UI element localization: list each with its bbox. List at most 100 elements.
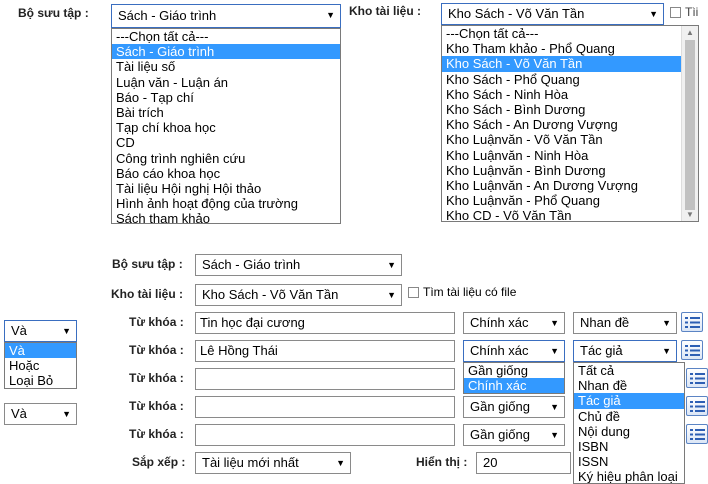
form-store-value: Kho Sách - Võ Văn Tần: [202, 287, 339, 302]
logic-option[interactable]: Và: [5, 343, 76, 359]
store-option[interactable]: Kho Luậnvăn - Phổ Quang: [442, 193, 682, 208]
match-select[interactable]: Gần giống ▼: [463, 424, 565, 446]
field-select-value: Nhan đề: [580, 315, 630, 330]
chevron-down-icon: ▼: [550, 318, 559, 328]
collection-option[interactable]: Sách tham khảo: [112, 211, 340, 223]
match-option[interactable]: Chính xác: [464, 378, 564, 393]
show-label: Hiển thị :: [416, 455, 468, 469]
list-icon: [690, 373, 705, 384]
field-dropdown-list[interactable]: Tất cả Nhan đề Tác giả Chủ đề Nội dung ISBN IS…: [573, 362, 685, 484]
collection-option[interactable]: Công trình nghiên cứu: [112, 151, 340, 166]
scroll-up-icon: ▲: [686, 28, 694, 37]
keyword-input[interactable]: Tin học đại cương: [195, 312, 455, 334]
collection-option[interactable]: Tài liệu Hội nghị Hội thảo: [112, 181, 340, 196]
list-icon: [685, 345, 700, 356]
match-select-value: Gần giống: [470, 399, 530, 414]
logic-select[interactable]: Và ▼: [4, 320, 77, 342]
keyword-input-value: Lê Hồng Thái: [200, 343, 278, 358]
logic-option[interactable]: Hoặc: [5, 358, 76, 373]
field-option[interactable]: Nội dung: [574, 424, 684, 439]
list-picker-button[interactable]: [686, 424, 708, 444]
match-select-value: Gần giống: [470, 427, 530, 442]
keyword-label: Từ khóa :: [129, 343, 184, 357]
list-icon: [685, 317, 700, 328]
form-store-select[interactable]: Kho Sách - Võ Văn Tần ▼: [195, 284, 402, 306]
field-select[interactable]: Tác giả ▼: [573, 340, 677, 362]
store-scrollbar[interactable]: ▲ ▼: [681, 26, 698, 221]
form-collection-select[interactable]: Sách - Giáo trình ▼: [195, 254, 402, 276]
logic-option[interactable]: Loại Bỏ: [5, 373, 76, 388]
field-option[interactable]: ISBN: [574, 439, 684, 454]
sort-select[interactable]: Tài liệu mới nhất ▼: [195, 452, 351, 474]
store-option[interactable]: Kho Luậnvăn - An Dương Vượng: [442, 178, 682, 193]
store-option[interactable]: Kho Sách - Ninh Hòa: [442, 87, 682, 102]
chevron-down-icon: ▼: [550, 402, 559, 412]
list-picker-button[interactable]: [681, 340, 703, 360]
match-dropdown-list[interactable]: Gần giống Chính xác: [463, 362, 565, 394]
list-picker-button[interactable]: [686, 396, 708, 416]
store-option[interactable]: ---Chọn tất cả---: [442, 26, 682, 41]
keyword-input[interactable]: [195, 396, 455, 418]
chevron-down-icon: ▼: [550, 346, 559, 356]
field-option[interactable]: ISSN: [574, 454, 684, 469]
keyword-input[interactable]: [195, 424, 455, 446]
store-option[interactable]: Kho Tham khảo - Phổ Quang: [442, 41, 682, 56]
collection-select[interactable]: Sách - Giáo trình ▼: [111, 4, 341, 28]
collection-option[interactable]: CD: [112, 135, 340, 150]
field-select[interactable]: Nhan đề ▼: [573, 312, 677, 334]
chevron-down-icon: ▼: [662, 318, 671, 328]
store-dropdown-list[interactable]: ---Chọn tất cả--- Kho Tham khảo - Phổ Qua…: [441, 25, 699, 222]
file-checkbox[interactable]: [408, 287, 419, 298]
store-option[interactable]: Kho Sách - Phổ Quang: [442, 72, 682, 87]
store-option[interactable]: Kho Sách - Võ Văn Tần: [442, 56, 682, 72]
list-picker-button[interactable]: [681, 312, 703, 332]
match-select[interactable]: Chính xác ▼: [463, 340, 565, 362]
keyword-label: Từ khóa :: [129, 371, 184, 385]
list-picker-button[interactable]: [686, 368, 708, 388]
show-select[interactable]: 20: [476, 452, 571, 474]
store-option[interactable]: Kho CD - Võ Văn Tần: [442, 208, 682, 221]
logic-dropdown-list[interactable]: Và Hoặc Loại Bỏ: [4, 342, 77, 389]
show-select-value: 20: [483, 455, 498, 470]
scroll-thumb[interactable]: [685, 40, 695, 210]
keyword-input[interactable]: [195, 368, 455, 390]
store-option[interactable]: Kho Sách - An Dương Vượng: [442, 117, 682, 132]
store-label: Kho tài liệu :: [349, 4, 421, 18]
collection-select-value: Sách - Giáo trình: [118, 8, 217, 23]
collection-option[interactable]: Sách - Giáo trình: [112, 44, 340, 60]
logic-select-value: Và: [11, 406, 27, 421]
collection-option[interactable]: Báo cáo khoa học: [112, 166, 340, 181]
match-select[interactable]: Gần giống ▼: [463, 396, 565, 418]
field-option[interactable]: Ký hiệu phân loại: [574, 469, 684, 483]
collection-option[interactable]: Tạp chí khoa học: [112, 120, 340, 135]
store-option[interactable]: Kho Luậnvăn - Võ Văn Tần: [442, 132, 682, 147]
chevron-down-icon: ▼: [387, 290, 396, 300]
collection-dropdown-list[interactable]: ---Chọn tất cả--- Sách - Giáo trình Tài li…: [111, 28, 341, 224]
field-option[interactable]: Chủ đề: [574, 409, 684, 424]
collection-option[interactable]: Luận văn - Luận án: [112, 75, 340, 90]
logic-select-value: Và: [11, 323, 27, 338]
file-checkbox-top[interactable]: [670, 7, 681, 18]
collection-option[interactable]: ---Chọn tất cả---: [112, 29, 340, 44]
chevron-down-icon: ▼: [662, 346, 671, 356]
logic-select[interactable]: Và ▼: [4, 403, 77, 425]
collection-label: Bộ sưu tập :: [18, 6, 89, 20]
field-option[interactable]: Tất cả: [574, 363, 684, 378]
collection-option[interactable]: Bài trích: [112, 105, 340, 120]
store-option[interactable]: Kho Luậnvăn - Ninh Hòa: [442, 148, 682, 163]
sort-label: Sắp xếp :: [132, 455, 186, 469]
store-select[interactable]: Kho Sách - Võ Văn Tần ▼: [441, 3, 664, 25]
match-select[interactable]: Chính xác ▼: [463, 312, 565, 334]
collection-option[interactable]: Hình ảnh hoạt động của trường: [112, 196, 340, 211]
chevron-down-icon: ▼: [62, 326, 71, 336]
collection-option[interactable]: Báo - Tạp chí: [112, 90, 340, 105]
keyword-input[interactable]: Lê Hồng Thái: [195, 340, 455, 362]
field-option[interactable]: Tác giả: [574, 393, 684, 409]
store-option[interactable]: Kho Sách - Bình Dương: [442, 102, 682, 117]
store-option[interactable]: Kho Luậnvăn - Bình Dương: [442, 163, 682, 178]
collection-option[interactable]: Tài liệu số: [112, 59, 340, 74]
match-option[interactable]: Gần giống: [464, 363, 564, 378]
keyword-label: Từ khóa :: [129, 427, 184, 441]
field-option[interactable]: Nhan đề: [574, 378, 684, 393]
chevron-down-icon: ▼: [649, 9, 658, 19]
